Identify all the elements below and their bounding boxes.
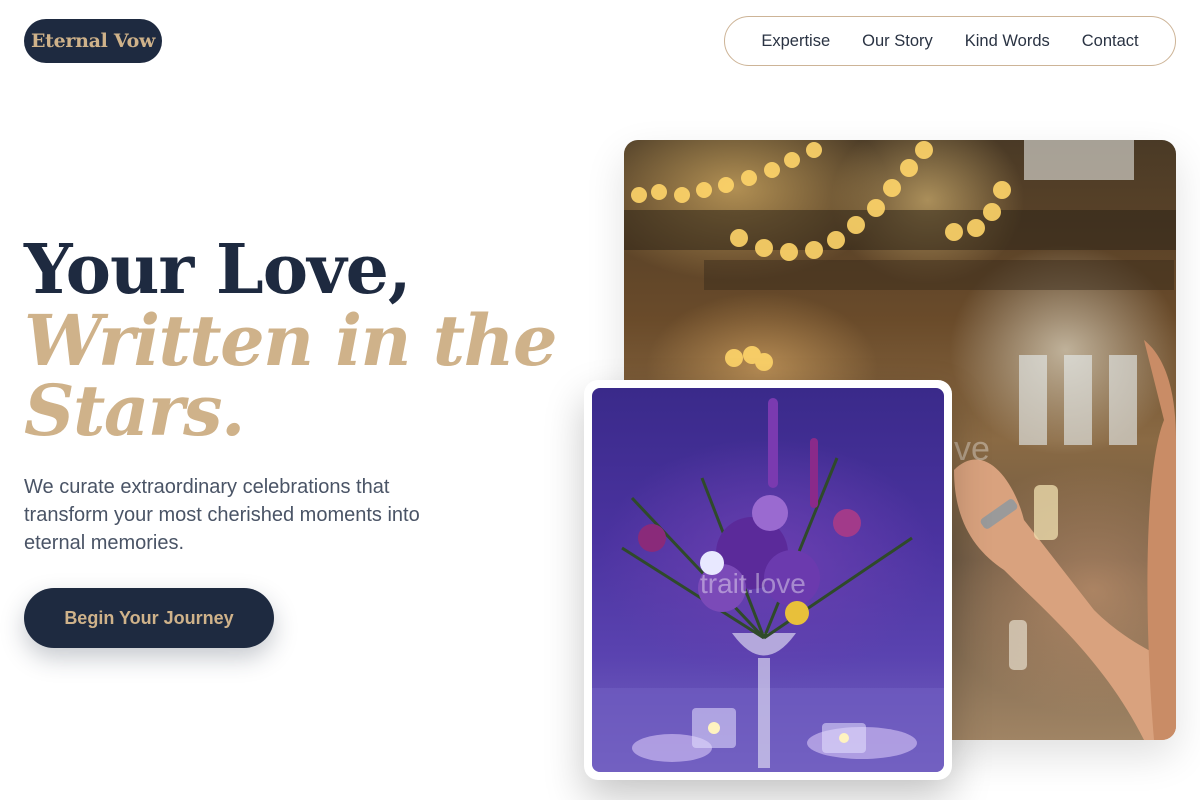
- hero-title-line1: Your Love,: [24, 230, 412, 310]
- centerpiece-illustration: trait.love: [592, 398, 944, 772]
- landing-page: Eternal Vow Expertise Our Story Kind Wor…: [0, 0, 1200, 800]
- nav-item-kind-words[interactable]: Kind Words: [965, 32, 1050, 51]
- back-photo-watermark: ve: [954, 430, 990, 468]
- begin-journey-button[interactable]: Begin Your Journey: [24, 588, 274, 648]
- hero-title-line3: Stars.: [24, 369, 245, 452]
- floral-centerpiece-photo: trait.love: [592, 388, 944, 772]
- main-nav: Expertise Our Story Kind Words Contact: [724, 16, 1176, 66]
- nav-item-expertise[interactable]: Expertise: [761, 32, 830, 51]
- hero-title-line2: Written in the: [24, 299, 558, 382]
- hero-description: We curate extraordinary celebrations tha…: [24, 476, 420, 554]
- nav-item-contact[interactable]: Contact: [1082, 32, 1139, 51]
- nav-item-our-story[interactable]: Our Story: [862, 32, 933, 51]
- hero-title: Your Love, Written in the Stars.: [24, 230, 558, 452]
- front-photo-watermark: trait.love: [700, 568, 806, 599]
- brand-logo[interactable]: Eternal Vow: [24, 19, 162, 63]
- floral-centerpiece-card: trait.love: [584, 380, 952, 780]
